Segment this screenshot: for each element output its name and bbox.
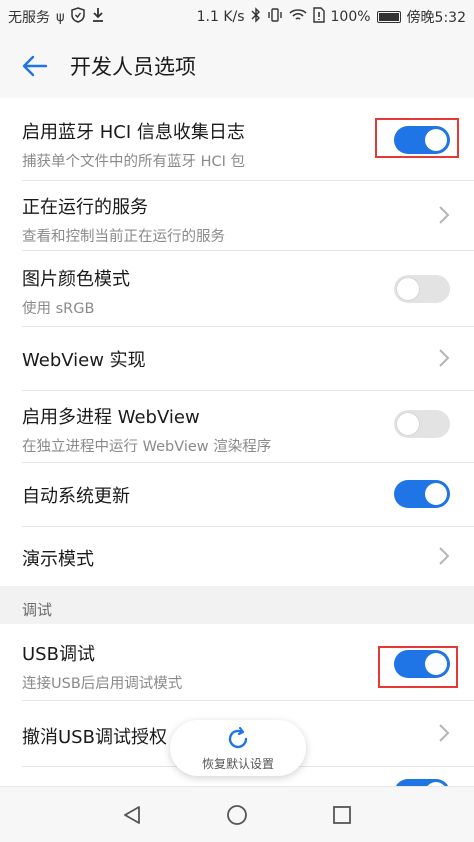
- setting-demo-mode[interactable]: 演示模式: [0, 527, 474, 585]
- app-bar: 开发人员选项: [0, 34, 474, 98]
- setting-title: 演示模式: [22, 549, 94, 570]
- chevron-right-icon: [439, 206, 450, 224]
- multiprocess-webview-toggle[interactable]: [394, 410, 450, 438]
- section-header-debug: 调试: [0, 586, 474, 624]
- section-label: 调试: [22, 601, 53, 619]
- home-icon: [227, 804, 247, 825]
- nav-recents-button[interactable]: [322, 795, 362, 835]
- setting-text: 启用多进程 WebView 在独立进程中运行 WebView 渲染程序: [22, 403, 271, 456]
- setting-subtitle: 使用 sRGB: [22, 301, 95, 317]
- setting-title: 撤消USB调试授权: [22, 727, 167, 748]
- nav-home-button[interactable]: [217, 795, 257, 835]
- toggle-knob: [425, 483, 447, 505]
- setting-subtitle: 连接USB后启用调试模式: [22, 676, 183, 692]
- sim-alert-icon: [312, 7, 325, 27]
- setting-subtitle: 在独立进程中运行 WebView 渲染程序: [22, 439, 272, 455]
- clock: 傍晚5:32: [406, 10, 466, 26]
- setting-title: WebView 实现: [22, 350, 146, 371]
- setting-auto-system-update[interactable]: 自动系统更新: [0, 463, 474, 525]
- setting-title: 自动系统更新: [22, 486, 130, 507]
- setting-picture-color-mode[interactable]: 图片颜色模式 使用 sRGB: [0, 251, 474, 325]
- toggle-knob: [397, 278, 419, 300]
- highlight-box: [375, 118, 459, 158]
- setting-title: 启用蓝牙 HCI 信息收集日志: [22, 122, 245, 143]
- setting-running-services[interactable]: 正在运行的服务 查看和控制当前正在运行的服务: [0, 181, 474, 249]
- color-mode-toggle[interactable]: [394, 275, 450, 303]
- bluetooth-icon: [251, 7, 261, 27]
- settings-list[interactable]: 启用蓝牙 HCI 信息收集日志 捕获单个文件中的所有蓝牙 HCI 包 正在运行的…: [0, 98, 474, 786]
- partial-toggle[interactable]: [394, 779, 450, 786]
- chevron-right-icon: [439, 724, 450, 742]
- highlight-box: [378, 646, 458, 688]
- setting-multiprocess-webview[interactable]: 启用多进程 WebView 在独立进程中运行 WebView 渲染程序: [0, 391, 474, 461]
- toggle-knob: [397, 413, 419, 435]
- setting-text: 撤消USB调试授权: [22, 723, 167, 749]
- back-button[interactable]: [0, 34, 70, 98]
- setting-title: 图片颜色模式: [22, 269, 130, 290]
- setting-text: WebView 实现: [22, 346, 146, 372]
- status-bar: 无服务 ψ 1.1 K/s 100% 傍晚5:32: [0, 0, 474, 34]
- setting-title: 启用多进程 WebView: [22, 407, 200, 428]
- nav-back-button[interactable]: [112, 795, 152, 835]
- restore-defaults-label: 恢复默认设置: [201, 756, 274, 771]
- recents-icon: [332, 805, 351, 824]
- refresh-icon: [228, 726, 248, 748]
- setting-subtitle: 查看和控制当前正在运行的服务: [22, 229, 225, 245]
- page-title: 开发人员选项: [70, 55, 196, 79]
- arrow-left-icon: [22, 55, 48, 77]
- setting-title: USB调试: [22, 644, 95, 665]
- wifi-icon: [288, 8, 307, 26]
- auto-update-toggle[interactable]: [394, 480, 450, 508]
- chevron-right-icon: [439, 547, 450, 565]
- battery-icon: [376, 11, 401, 23]
- navigation-bar: [0, 786, 474, 842]
- restore-defaults-button[interactable]: 恢复默认设置: [170, 720, 306, 776]
- status-left: 无服务 ψ: [8, 7, 105, 27]
- battery-percent: 100%: [330, 9, 371, 25]
- setting-text: 图片颜色模式 使用 sRGB: [22, 265, 130, 318]
- carrier-label: 无服务: [8, 10, 50, 26]
- setting-text: 演示模式: [22, 545, 94, 571]
- download-icon: [91, 7, 105, 27]
- setting-text: 正在运行的服务 查看和控制当前正在运行的服务: [22, 193, 225, 246]
- setting-title: 正在运行的服务: [22, 197, 148, 218]
- setting-text: USB调试 连接USB后启用调试模式: [22, 640, 182, 693]
- status-right: 1.1 K/s 100% 傍晚5:32: [197, 7, 466, 27]
- usb-icon: ψ: [56, 9, 65, 25]
- chevron-right-icon: [439, 349, 450, 367]
- setting-text: 启用蓝牙 HCI 信息收集日志 捕获单个文件中的所有蓝牙 HCI 包: [22, 118, 245, 171]
- network-speed: 1.1 K/s: [196, 9, 245, 25]
- setting-subtitle: 捕获单个文件中的所有蓝牙 HCI 包: [22, 154, 246, 170]
- setting-webview-implementation[interactable]: WebView 实现: [0, 327, 474, 389]
- shield-icon: [70, 7, 85, 27]
- back-icon: [124, 805, 141, 824]
- vibrate-icon: [267, 7, 283, 27]
- setting-text: 自动系统更新: [22, 482, 130, 508]
